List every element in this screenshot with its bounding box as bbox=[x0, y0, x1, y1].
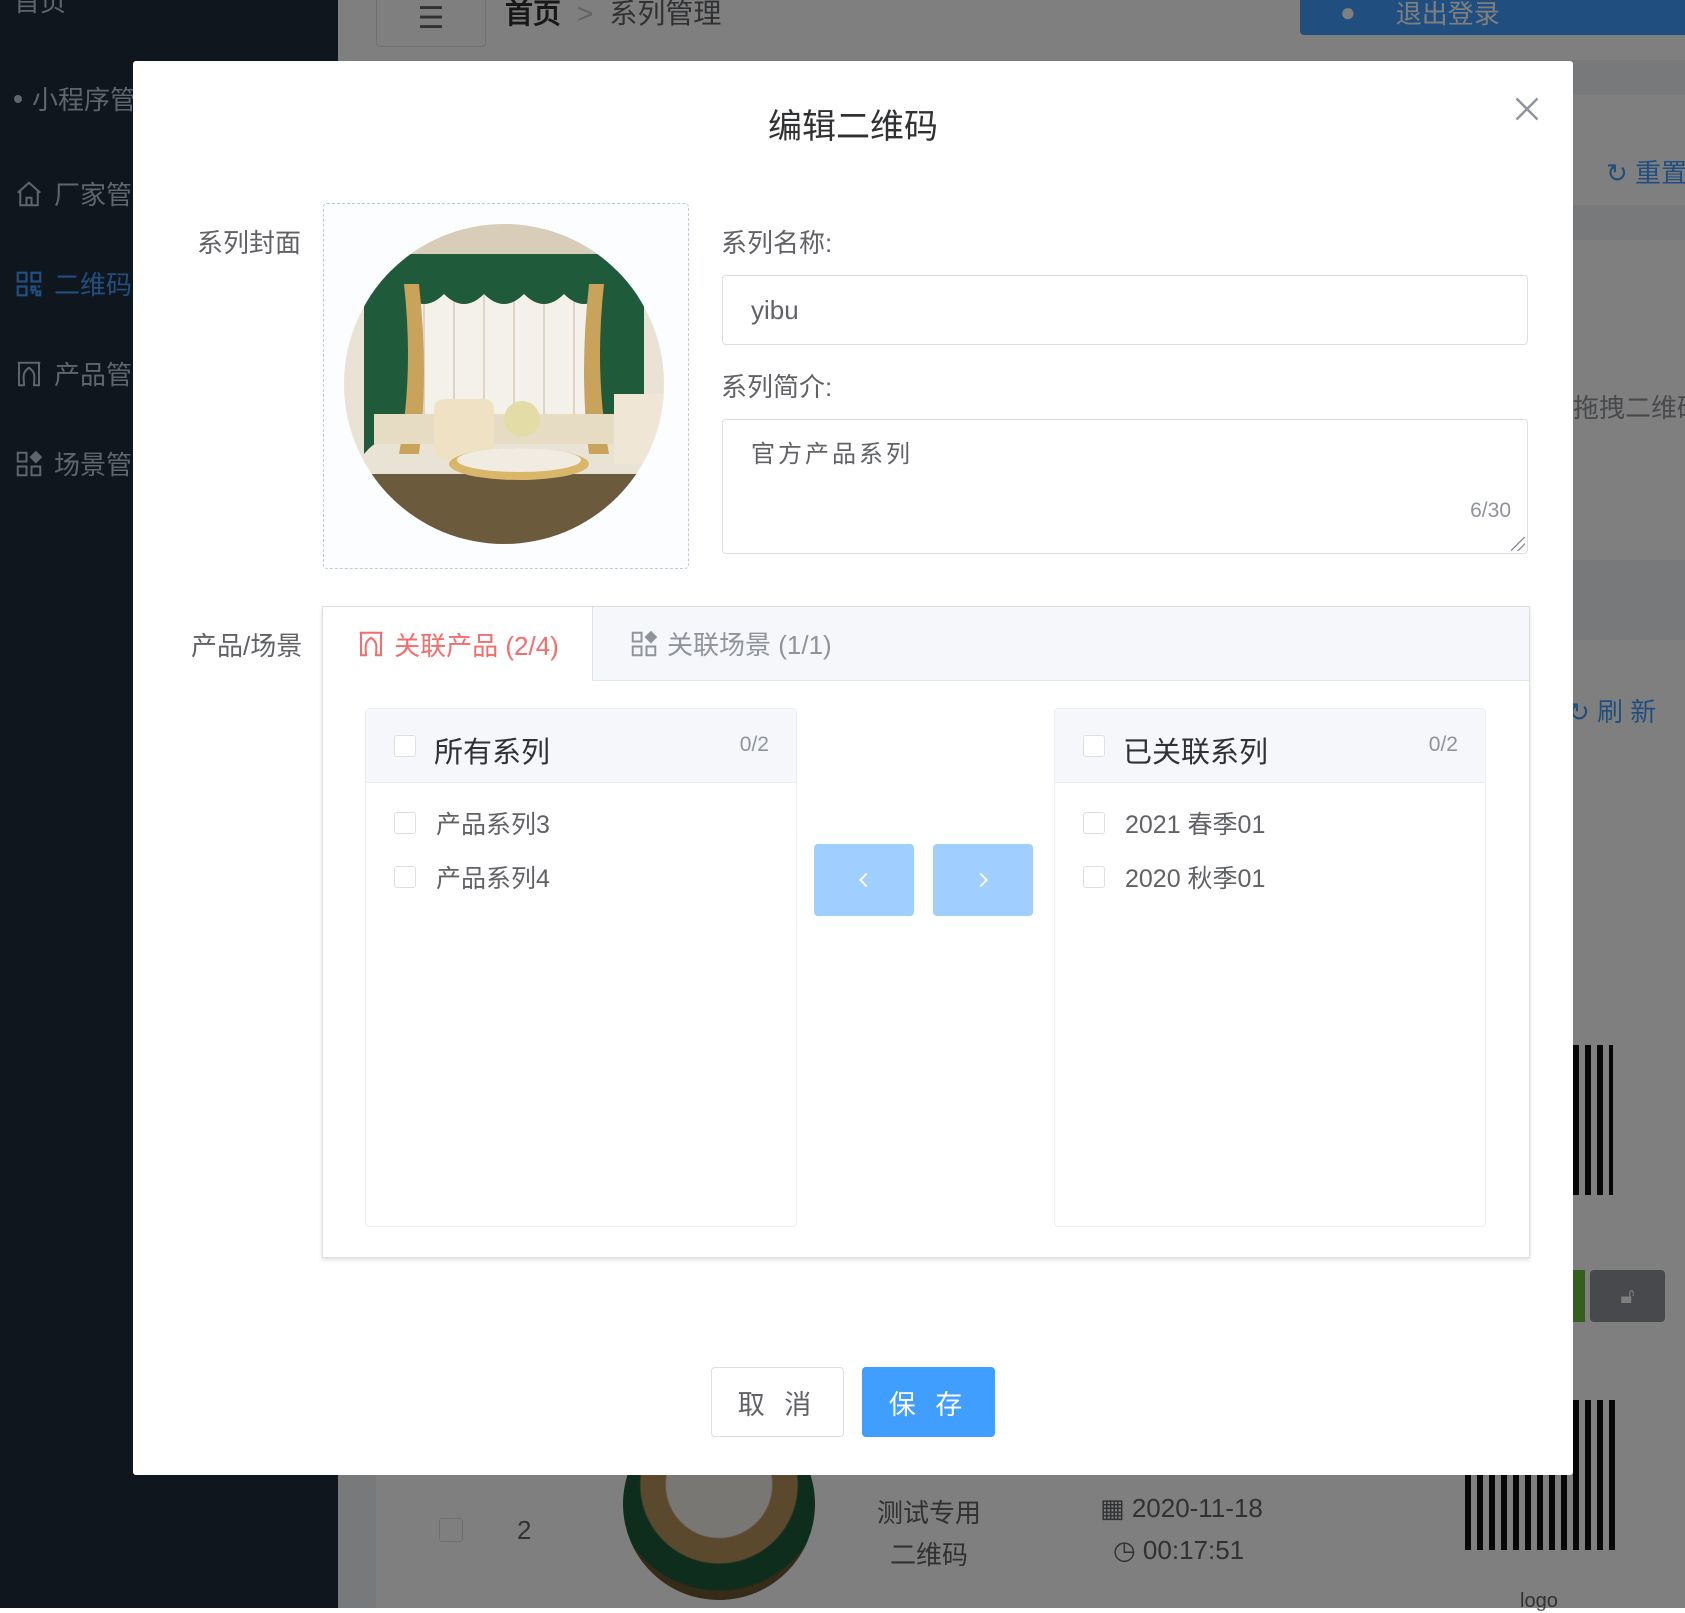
transfer-panel-count: 0/2 bbox=[1428, 733, 1458, 756]
tab-label: 关联场景 (1/1) bbox=[667, 630, 832, 660]
list-item[interactable]: 产品系列4 bbox=[394, 857, 550, 897]
select-all-checkbox[interactable] bbox=[394, 735, 416, 757]
item-label: 产品系列3 bbox=[436, 811, 550, 839]
item-checkbox[interactable] bbox=[394, 866, 416, 888]
dialog-title: 编辑二维码 bbox=[768, 108, 938, 146]
cover-label: 系列封面 bbox=[197, 228, 302, 258]
move-left-button[interactable] bbox=[814, 844, 914, 916]
tab-label: 关联产品 (2/4) bbox=[394, 630, 559, 661]
series-name-value: yibu bbox=[751, 294, 799, 325]
transfer-panel-all: 所有系列 0/2 产品系列3 产品系列4 bbox=[365, 708, 797, 1227]
char-counter: 6/30 bbox=[1470, 499, 1511, 522]
item-checkbox[interactable] bbox=[394, 812, 416, 834]
cover-uploader[interactable] bbox=[323, 203, 689, 569]
list-item[interactable]: 产品系列3 bbox=[394, 803, 550, 843]
intro-label: 系列简介: bbox=[721, 372, 833, 402]
transfer-panel-count: 0/2 bbox=[739, 733, 769, 756]
tab-related-products[interactable]: 关联产品 (2/4) bbox=[323, 607, 593, 681]
series-intro-textarea[interactable]: 官方产品系列 6/30 bbox=[722, 419, 1528, 554]
cover-image bbox=[344, 224, 664, 544]
item-label: 2021 春季01 bbox=[1125, 811, 1266, 839]
series-intro-value: 官方产品系列 bbox=[751, 441, 913, 468]
transfer-panel-related: 已关联系列 0/2 2021 春季01 2020 秋季01 bbox=[1054, 708, 1486, 1227]
chevron-left-icon bbox=[859, 872, 868, 888]
series-name-input[interactable]: yibu bbox=[722, 275, 1528, 345]
cancel-button[interactable]: 取 消 bbox=[711, 1367, 844, 1437]
transfer-panel-header: 已关联系列 0/2 bbox=[1055, 709, 1485, 783]
name-label: 系列名称: bbox=[721, 228, 833, 258]
move-right-button[interactable] bbox=[933, 844, 1033, 916]
chevron-right-icon bbox=[979, 872, 988, 888]
scene-icon bbox=[631, 630, 658, 656]
list-item[interactable]: 2021 春季01 bbox=[1083, 803, 1265, 843]
transfer-panel-header: 所有系列 0/2 bbox=[366, 709, 796, 783]
save-button[interactable]: 保 存 bbox=[862, 1367, 995, 1437]
association-tabs: 关联产品 (2/4) 关联场景 (1/1) 所有系列 0/2 产品系列3 产品系… bbox=[322, 606, 1530, 1258]
products-scenes-label: 产品/场景 bbox=[191, 631, 303, 661]
item-checkbox[interactable] bbox=[1083, 812, 1105, 834]
close-icon[interactable] bbox=[1509, 91, 1545, 127]
item-checkbox[interactable] bbox=[1083, 866, 1105, 888]
item-label: 2020 秋季01 bbox=[1125, 865, 1266, 893]
tab-related-scenes[interactable]: 关联场景 (1/1) bbox=[629, 607, 832, 680]
select-all-checkbox[interactable] bbox=[1083, 735, 1105, 757]
edit-qrcode-dialog: 编辑二维码 系列封面 系列名称: yibu 系列简介: 官方产品系列 6/30 … bbox=[133, 61, 1573, 1475]
list-item[interactable]: 2020 秋季01 bbox=[1083, 857, 1265, 897]
item-label: 产品系列4 bbox=[436, 865, 550, 893]
transfer-panel-title: 所有系列 bbox=[434, 737, 551, 769]
resize-handle[interactable] bbox=[1511, 537, 1525, 551]
transfer-panel-title: 已关联系列 bbox=[1123, 737, 1269, 769]
curtain-icon bbox=[359, 631, 383, 657]
